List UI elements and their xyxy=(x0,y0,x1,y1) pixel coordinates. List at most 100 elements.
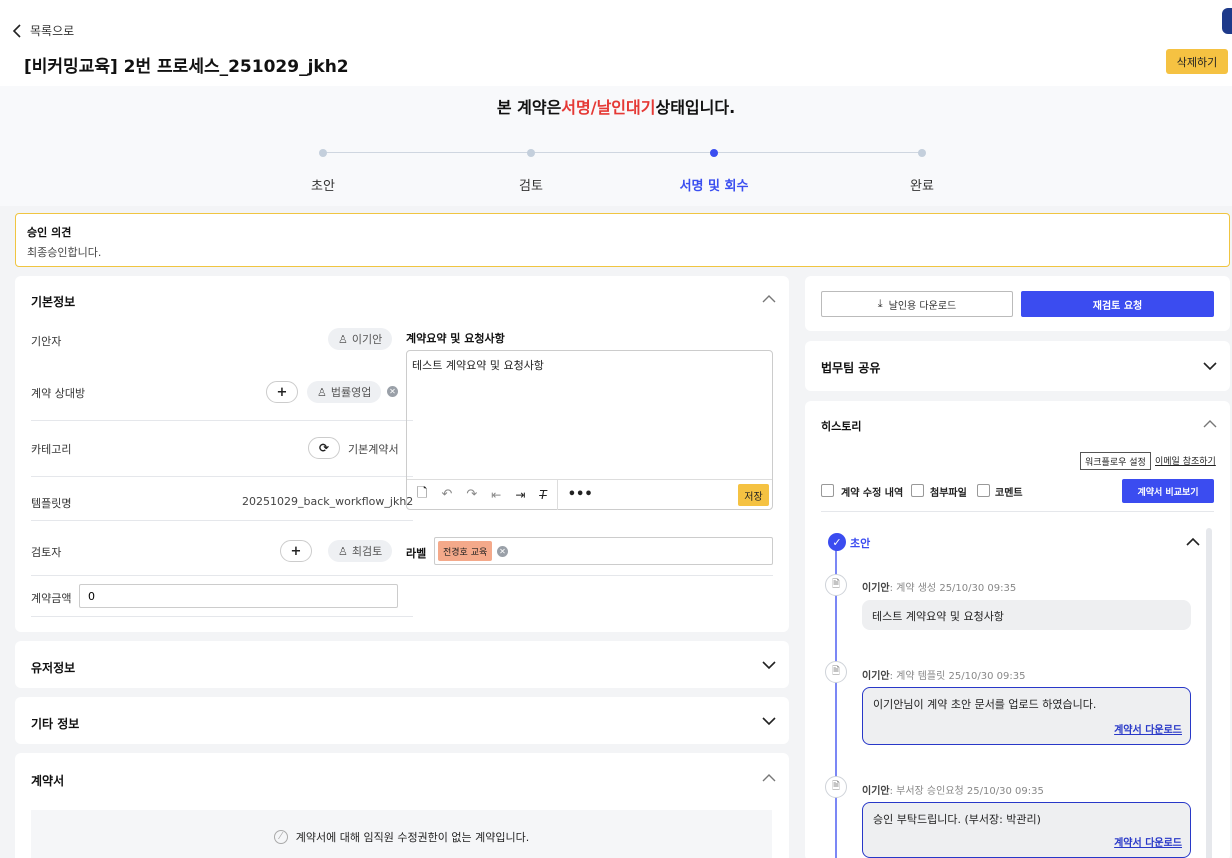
back-label: 목록으로 xyxy=(30,24,75,38)
delete-button[interactable]: 삭제하기 xyxy=(1166,49,1228,74)
filter-attachments-label: 첨부파일 xyxy=(930,488,967,499)
user-info-card[interactable]: 유저정보 xyxy=(15,641,789,688)
entry-author: 이기안 xyxy=(862,583,890,594)
undo-icon[interactable]: ↶ xyxy=(441,487,452,502)
approval-body: 최종승인합니다. xyxy=(27,246,102,259)
counterparty-chip: ♙ 법률영업 xyxy=(307,381,382,403)
step-dot xyxy=(319,149,327,157)
entry-author: 이기안 xyxy=(862,671,890,682)
document-icon[interactable]: 🗋 xyxy=(417,484,427,506)
filter-comments-label: 코멘트 xyxy=(995,488,1023,499)
history-entry-meta: 이기안: 계약 템플릿 25/10/30 09:35 xyxy=(862,667,1025,682)
filter-edits-checkbox[interactable] xyxy=(821,484,834,497)
step-dot xyxy=(527,149,535,157)
history-entry-bubble: 이기안님이 계약 초안 문서를 업로드 하였습니다. 계약서 다운로드 xyxy=(862,687,1191,745)
step-label: 초안 xyxy=(311,179,335,194)
refresh-icon: ⟳ xyxy=(318,441,330,455)
chevron-up-icon[interactable] xyxy=(762,294,776,304)
remove-counterparty-icon[interactable]: ✕ xyxy=(387,386,398,397)
change-category-button[interactable]: ⟳ xyxy=(308,437,340,459)
amount-input[interactable] xyxy=(79,584,398,608)
chevron-up-icon[interactable] xyxy=(1186,537,1200,547)
side-widget[interactable] xyxy=(1222,8,1232,34)
download-seal-button[interactable]: ⤓ 날인용 다운로드 xyxy=(821,291,1013,317)
entry-action: : 계약 생성 xyxy=(889,583,940,594)
legal-share-card[interactable]: 법무팀 공유 xyxy=(805,341,1230,391)
status-suffix: 상태입니다. xyxy=(655,98,736,117)
basic-info-title: 기본정보 xyxy=(31,295,76,309)
add-counterparty-button[interactable]: + xyxy=(266,381,298,403)
user-icon: ♙ xyxy=(338,332,348,346)
template-label: 템플릿명 xyxy=(31,497,72,510)
compare-contract-button[interactable]: 계약서 비교보기 xyxy=(1122,479,1214,503)
toolbar-divider xyxy=(556,479,558,510)
entry-text: 이기안님이 계약 초안 문서를 업로드 하였습니다. xyxy=(873,698,1097,711)
status-highlight: 서명/날인대기 xyxy=(561,98,656,117)
drafter-value: 이기안 xyxy=(351,333,383,346)
row-divider xyxy=(31,520,413,521)
counterparty-value: 법률영업 xyxy=(330,386,372,399)
status-prefix: 본 계약은 xyxy=(496,98,562,117)
plus-icon: + xyxy=(290,543,302,559)
add-reviewer-button[interactable]: + xyxy=(280,540,312,562)
history-scrollbar[interactable] xyxy=(1206,528,1212,858)
step-dot xyxy=(710,149,718,157)
etc-info-card[interactable]: 기타 정보 xyxy=(15,697,789,744)
counterparty-label: 계약 상대방 xyxy=(31,387,86,400)
remove-tag-icon[interactable]: ✕ xyxy=(497,546,508,557)
back-link[interactable]: 목록으로 xyxy=(12,22,74,39)
chevron-down-icon[interactable] xyxy=(1203,361,1217,371)
tag-chip: 전경호 교육 xyxy=(438,541,493,561)
history-entry-bubble: 테스트 계약요약 및 요청사항 xyxy=(862,600,1191,630)
save-button[interactable]: 저장 xyxy=(738,484,769,506)
chevron-down-icon[interactable] xyxy=(762,660,776,670)
plus-icon: + xyxy=(276,384,288,400)
chevron-up-icon[interactable] xyxy=(1203,419,1217,429)
chevron-up-icon[interactable] xyxy=(762,773,776,783)
contract-download-link[interactable]: 계약서 다운로드 xyxy=(1114,721,1182,736)
basic-info-card: 기본정보 기안자 ♙ 이기안 계약 상대방 + ♙ 법률영업 ✕ 카테고리 ⟳ … xyxy=(15,276,789,632)
row-divider xyxy=(31,616,413,617)
contract-card: 계약서 ⁄ 계약서에 대해 임직원 수정권한이 없는 계약입니다. xyxy=(15,753,789,858)
row-divider xyxy=(406,575,773,576)
history-divider xyxy=(821,511,1214,512)
reviewer-label: 검토자 xyxy=(31,546,62,559)
category-value: 기본계약서 xyxy=(348,443,399,456)
progress-steps: 초안 검토 서명 및 회수 완료 xyxy=(0,126,1232,206)
status-banner: 본 계약은 서명/날인대기 상태입니다. xyxy=(0,86,1232,126)
history-entry-meta: 이기안: 부서장 승인요청 25/10/30 09:35 xyxy=(862,782,1044,797)
template-value: 20251029_back_workflow_jkh2 xyxy=(242,495,414,508)
document-icon: 🗎 xyxy=(825,661,847,683)
page-title: [비커밍교육] 2번 프로세스_251029_jkh2 xyxy=(24,57,349,77)
chevron-down-icon[interactable] xyxy=(762,716,776,726)
drafter-chip: ♙ 이기안 xyxy=(328,328,393,350)
document-icon: 🗎 xyxy=(825,776,847,798)
workflow-settings-button[interactable]: 워크플로우 설정 xyxy=(1080,452,1151,470)
amount-label: 계약금액 xyxy=(31,592,72,605)
step-dot xyxy=(918,149,926,157)
redo-icon[interactable]: ↷ xyxy=(466,487,477,502)
tag-input[interactable]: 전경호 교육 ✕ xyxy=(434,537,773,565)
email-cc-link[interactable]: 이메일 참조하기 xyxy=(1155,454,1216,467)
history-entry-bubble: 승인 부탁드립니다. (부서장: 박관리) 계약서 다운로드 xyxy=(862,802,1191,858)
filter-attachments-checkbox[interactable] xyxy=(911,484,924,497)
editor-toolbar: 🗋 ↶ ↷ ⇤ ⇥ T̶ ••• 저장 xyxy=(407,479,772,510)
contract-title: 계약서 xyxy=(31,774,65,788)
rereview-button[interactable]: 재검토 요청 xyxy=(1021,291,1214,317)
clear-format-icon[interactable]: T̶ xyxy=(539,488,546,502)
entry-text: 테스트 계약요약 및 요청사항 xyxy=(872,610,1004,623)
entry-time: 25/10/30 09:35 xyxy=(939,583,1017,594)
contract-download-link[interactable]: 계약서 다운로드 xyxy=(1114,834,1182,849)
outdent-icon[interactable]: ⇤ xyxy=(491,488,501,502)
entry-text: 승인 부탁드립니다. (부서장: 박관리) xyxy=(873,813,1041,826)
entry-action: : 부서장 승인요청 xyxy=(889,786,967,797)
indent-icon[interactable]: ⇥ xyxy=(515,488,525,502)
step-label: 서명 및 회수 xyxy=(679,179,749,194)
row-divider xyxy=(31,575,413,576)
filter-comments-checkbox[interactable] xyxy=(977,484,990,497)
more-icon[interactable]: ••• xyxy=(568,487,593,502)
download-icon: ⤓ xyxy=(877,297,883,310)
download-seal-label: 날인용 다운로드 xyxy=(888,300,957,312)
summary-label: 계약요약 및 요청사항 xyxy=(406,332,505,345)
summary-editor[interactable]: 테스트 계약요약 및 요청사항 🗋 ↶ ↷ ⇤ ⇥ T̶ ••• 저장 xyxy=(406,350,773,510)
